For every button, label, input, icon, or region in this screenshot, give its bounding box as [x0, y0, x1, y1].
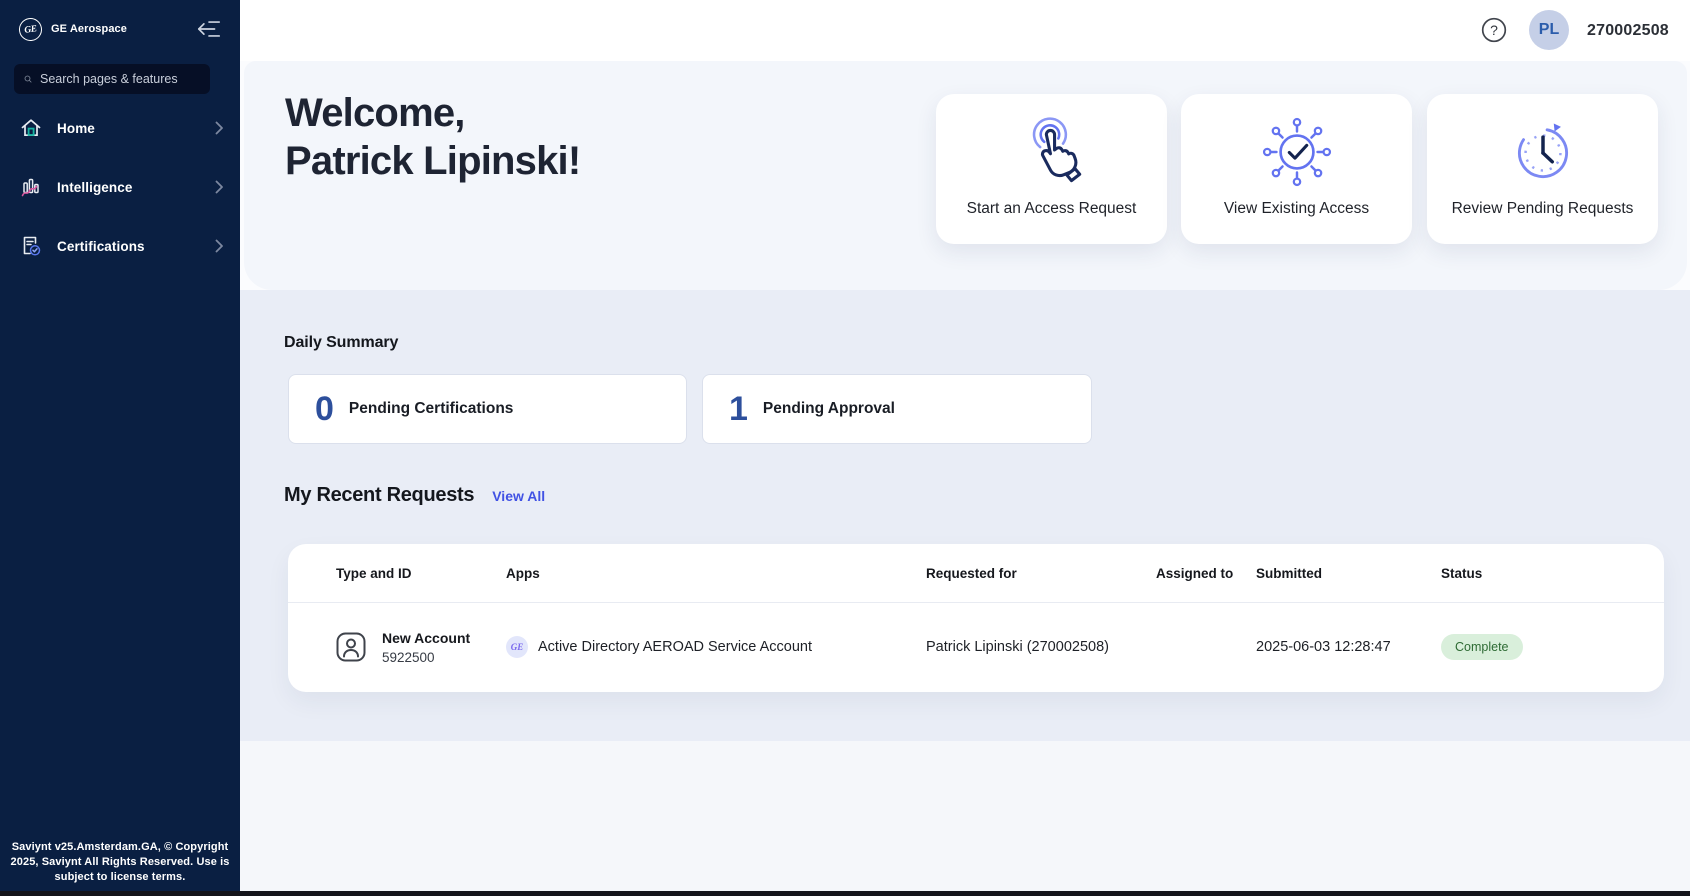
search-icon — [24, 71, 32, 87]
hero-strip: Welcome, Patrick Lipinski! Start an Acce… — [240, 61, 1690, 290]
app-logo-icon: GE — [506, 636, 528, 658]
brand-name: GE Aerospace — [51, 23, 194, 35]
recent-requests-title: My Recent Requests — [284, 484, 474, 507]
sidebar-item-certifications[interactable]: Certifications — [0, 223, 240, 269]
col-header-status: Status — [1441, 566, 1616, 581]
new-account-person-icon — [336, 632, 366, 662]
view-all-link[interactable]: View All — [492, 488, 545, 504]
app-name: Active Directory AEROAD Service Account — [538, 639, 812, 655]
apps-cell: GE Active Directory AEROAD Service Accou… — [506, 636, 926, 658]
table-header-row: Type and ID Apps Requested for Assigned … — [288, 544, 1664, 603]
pending-certifications-count: 0 — [315, 390, 333, 429]
col-header-requested-for: Requested for — [926, 566, 1156, 581]
request-id: 5922500 — [382, 650, 470, 665]
col-header-apps: Apps — [506, 566, 926, 581]
col-header-assigned-to: Assigned to — [1156, 566, 1256, 581]
sidebar-item-intelligence[interactable]: Intelligence — [0, 164, 240, 210]
type-and-id-cell: New Account 5922500 — [336, 630, 506, 665]
welcome-panel: Welcome, Patrick Lipinski! Start an Acce… — [244, 61, 1687, 290]
home-icon — [19, 116, 43, 140]
request-type: New Account — [382, 630, 470, 646]
main-area: ? PL 270002508 Welcome, Patrick Lipinski… — [240, 0, 1690, 896]
chevron-right-icon — [215, 180, 223, 194]
top-header-bar: ? PL 270002508 — [240, 0, 1690, 61]
review-pending-requests-card[interactable]: Review Pending Requests — [1427, 94, 1658, 244]
question-mark-glyph: ? — [1490, 22, 1498, 38]
dashboard-section: Daily Summary 0 Pending Certifications 1… — [240, 290, 1690, 741]
sidebar-nav: Home Intelligence — [0, 105, 240, 282]
welcome-line2: Patrick Lipinski! — [285, 137, 580, 185]
collapse-arrow-icon — [196, 19, 222, 39]
sidebar-collapse-button[interactable] — [194, 17, 224, 41]
welcome-line1: Welcome, — [285, 89, 580, 137]
welcome-heading: Welcome, Patrick Lipinski! — [285, 89, 580, 185]
license-footer-text: Saviynt v25.Amsterdam.GA, © Copyright 20… — [10, 840, 230, 885]
view-existing-access-card[interactable]: View Existing Access — [1181, 94, 1412, 244]
pending-approval-card[interactable]: 1 Pending Approval — [702, 374, 1092, 444]
pending-certifications-label: Pending Certifications — [349, 400, 514, 418]
chevron-right-icon — [215, 121, 223, 135]
pending-approval-count: 1 — [729, 390, 747, 429]
pending-approval-label: Pending Approval — [763, 400, 895, 418]
hero-card-label: Start an Access Request — [967, 200, 1137, 218]
daily-summary-title: Daily Summary — [284, 334, 398, 352]
touch-icon — [1013, 106, 1091, 198]
start-access-request-card[interactable]: Start an Access Request — [936, 94, 1167, 244]
status-badge: Complete — [1441, 634, 1523, 660]
sidebar-search[interactable] — [14, 64, 210, 94]
brand-row: GE GE Aerospace — [19, 14, 224, 44]
bottom-edge-bar — [0, 891, 1690, 896]
user-id-label: 270002508 — [1587, 0, 1669, 61]
search-input[interactable] — [40, 72, 200, 86]
sidebar-item-home[interactable]: Home — [0, 105, 240, 151]
certifications-document-icon — [19, 234, 43, 258]
submitted-cell: 2025-06-03 12:28:47 — [1256, 639, 1441, 655]
ge-monogram-logo-icon: GE — [18, 16, 44, 42]
col-header-submitted: Submitted — [1256, 566, 1441, 581]
hero-card-label: View Existing Access — [1224, 200, 1369, 218]
col-header-type-id: Type and ID — [336, 566, 506, 581]
table-row[interactable]: New Account 5922500 GE Active Directory … — [288, 603, 1664, 691]
network-check-icon — [1258, 106, 1336, 198]
chevron-right-icon — [215, 239, 223, 253]
sidebar-item-label: Intelligence — [57, 180, 215, 195]
status-cell: Complete — [1441, 634, 1616, 660]
pending-certifications-card[interactable]: 0 Pending Certifications — [288, 374, 687, 444]
recent-requests-header: My Recent Requests View All — [284, 484, 545, 507]
user-avatar[interactable]: PL — [1529, 10, 1569, 50]
help-icon: ? — [1480, 16, 1508, 44]
sidebar-item-label: Certifications — [57, 239, 215, 254]
lower-background — [240, 741, 1690, 891]
hero-card-label: Review Pending Requests — [1452, 200, 1634, 218]
recent-requests-table: Type and ID Apps Requested for Assigned … — [288, 544, 1664, 692]
help-button[interactable]: ? — [1480, 16, 1508, 44]
sidebar: GE GE Aerospace — [0, 0, 240, 896]
requested-for-cell: Patrick Lipinski (270002508) — [926, 639, 1156, 655]
clock-history-icon — [1504, 106, 1582, 198]
sidebar-item-label: Home — [57, 121, 215, 136]
intelligence-chart-icon — [19, 175, 43, 199]
